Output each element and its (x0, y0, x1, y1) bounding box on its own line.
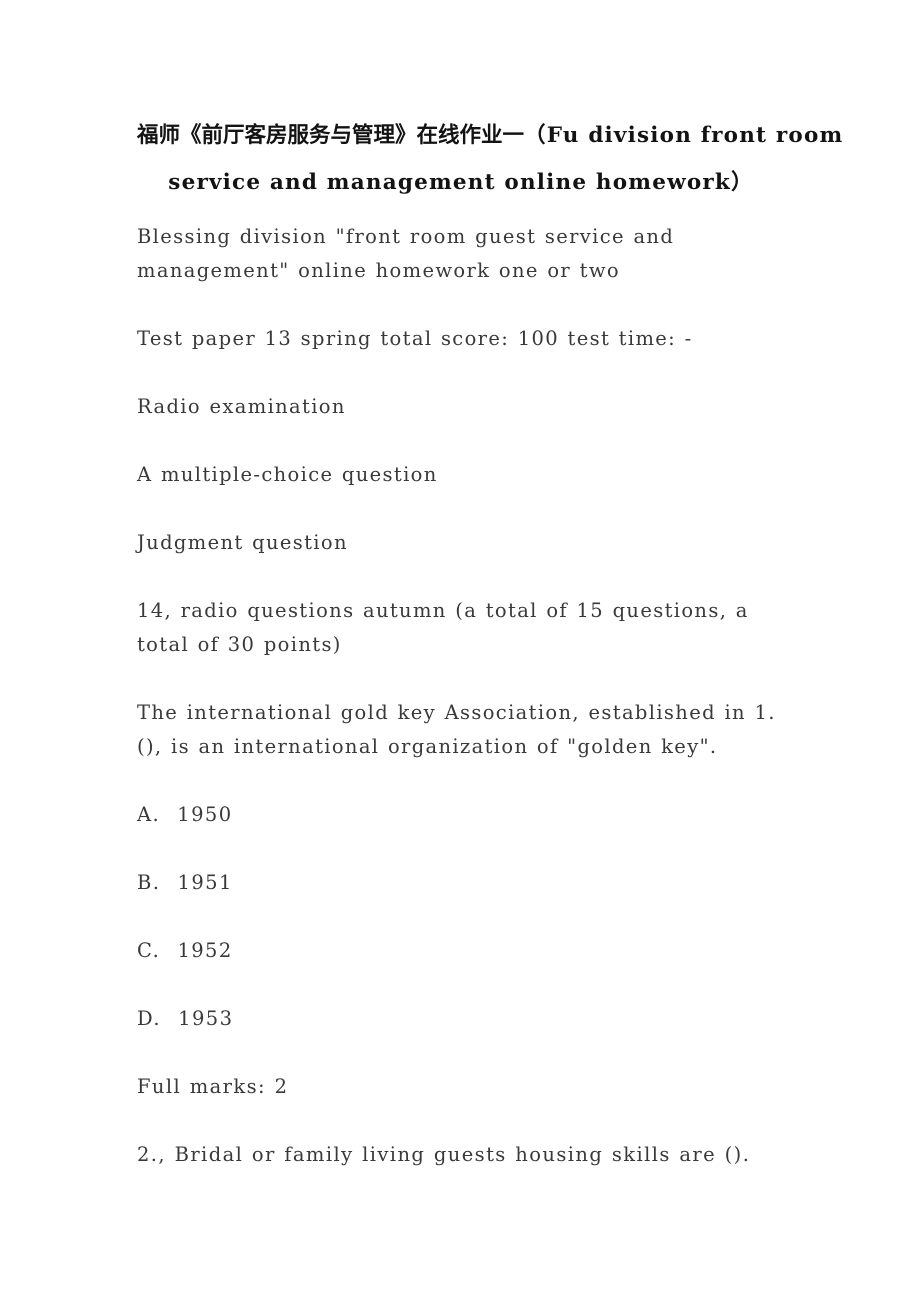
document-content: 福师《前厅客房服务与管理》在线作业一（Fu division front roo… (137, 112, 842, 1172)
paragraph-section-multiple-choice: A multiple-choice question (137, 463, 438, 486)
answer-option-c-label: C. (137, 939, 161, 962)
paragraph-section-radio: Radio examination (137, 395, 346, 418)
answer-option-a-value: 1950 (177, 803, 233, 826)
page-title: 福师《前厅客房服务与管理》在线作业一（Fu division front roo… (137, 112, 842, 206)
paragraph-test-info: Test paper 13 spring total score: 100 te… (137, 327, 693, 350)
paragraph-section-count: 14, radio questions autumn (a total of 1… (137, 599, 749, 656)
answer-option-d: D. 1953 (137, 1002, 785, 1036)
page-title-line-1: 福师《前厅客房服务与管理》在线作业一（Fu division front roo… (137, 112, 842, 159)
page-title-cjk: 福师《前厅客房服务与管理》在线作业一 (137, 123, 525, 148)
answer-option-b-label: B. (137, 871, 161, 894)
answer-option-b: B. 1951 (137, 866, 785, 900)
answer-option-d-label: D. (137, 1007, 161, 1030)
answer-option-c-value: 1952 (177, 939, 233, 962)
document-page: 福师《前厅客房服务与管理》在线作业一（Fu division front roo… (0, 0, 920, 1302)
paragraph-question-1: The international gold key Association, … (137, 701, 776, 758)
page-title-line-2: service and management online homework） (168, 170, 754, 195)
answer-option-c: C. 1952 (137, 934, 785, 968)
answer-option-a-label: A. (137, 803, 161, 826)
page-title-latin: （Fu division front room (524, 123, 844, 148)
answer-option-a: A. 1950 (137, 798, 785, 832)
paragraph-section-judgment: Judgment question (137, 531, 348, 554)
paragraph-question-2: 2., Bridal or family living guests housi… (137, 1143, 751, 1166)
paragraph-intro: Blessing division "front room guest serv… (137, 225, 675, 282)
answer-option-d-value: 1953 (178, 1007, 234, 1030)
full-marks-label: Full marks: 2 (137, 1075, 289, 1098)
answer-option-b-value: 1951 (177, 871, 233, 894)
